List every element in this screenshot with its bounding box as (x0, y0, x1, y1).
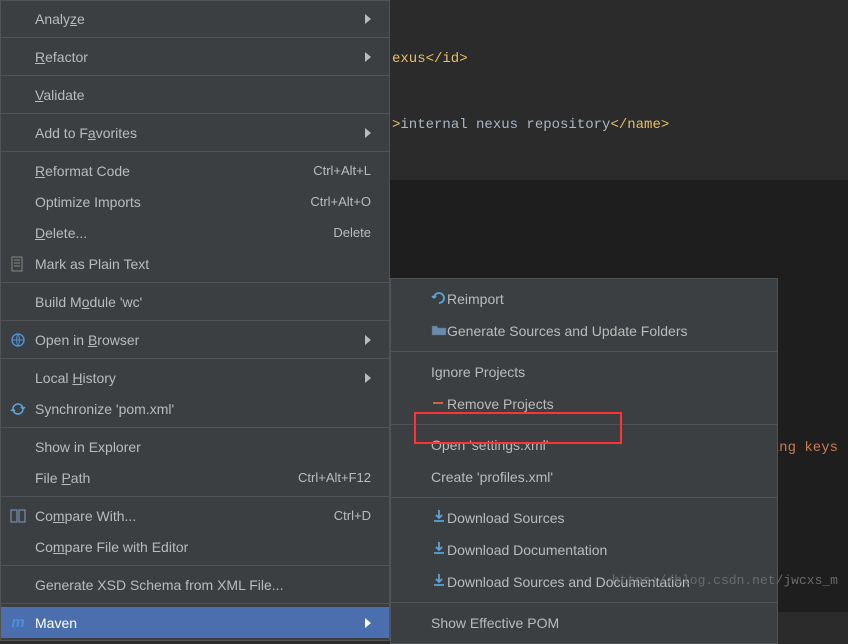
submenu-create-profiles[interactable]: Create 'profiles.xml' (391, 461, 777, 493)
submenu-reimport[interactable]: Reimport (391, 283, 777, 315)
menu-separator (1, 151, 389, 152)
submenu-arrow-icon (365, 52, 371, 62)
menu-reformat-code[interactable]: Reformat Code Ctrl+Alt+L (1, 155, 389, 186)
menu-add-favorites[interactable]: Add to Favorites (1, 117, 389, 148)
shortcut-text: Ctrl+D (334, 508, 371, 523)
menu-separator (391, 497, 777, 498)
menu-separator (1, 320, 389, 321)
watermark-text: https://blog.csdn.net/jwcxs_m (612, 573, 838, 588)
menu-analyze[interactable]: Analyze (1, 3, 389, 34)
menu-optimize-imports[interactable]: Optimize Imports Ctrl+Alt+O (1, 186, 389, 217)
submenu-label: Ignore Projects (431, 364, 759, 380)
menu-synchronize[interactable]: Synchronize 'pom.xml' (1, 393, 389, 424)
menu-label: Analyze (35, 11, 85, 27)
menu-label: Maven (35, 615, 357, 631)
submenu-arrow-icon (365, 14, 371, 24)
submenu-generate-sources[interactable]: Generate Sources and Update Folders (391, 315, 777, 347)
menu-show-explorer[interactable]: Show in Explorer (1, 431, 389, 462)
submenu-arrow-icon (365, 373, 371, 383)
submenu-label: Create 'profiles.xml' (431, 469, 759, 485)
menu-label: Reformat Code (35, 163, 313, 179)
menu-separator (1, 565, 389, 566)
shortcut-text: Ctrl+Alt+O (310, 194, 371, 209)
submenu-open-settings[interactable]: Open 'settings.xml' (391, 429, 777, 461)
menu-separator (1, 427, 389, 428)
plain-text-icon (9, 255, 27, 273)
menu-validate[interactable]: Validate (1, 79, 389, 110)
submenu-label: Download Sources (447, 510, 759, 526)
download-icon (431, 573, 447, 592)
reimport-icon (431, 290, 447, 309)
menu-generate-xsd[interactable]: Generate XSD Schema from XML File... (1, 569, 389, 600)
menu-label: Add to Favorites (35, 125, 357, 141)
editor-code: exus</id> >internal nexus repository</na… (390, 0, 848, 180)
menu-label: Compare With... (35, 508, 334, 524)
sync-icon (9, 400, 27, 418)
compare-icon (9, 507, 27, 525)
menu-separator (391, 424, 777, 425)
maven-icon: m (9, 614, 27, 632)
menu-label: Optimize Imports (35, 194, 310, 210)
menu-label: Local History (35, 370, 357, 386)
menu-label: Validate (35, 87, 371, 103)
download-icon (431, 541, 447, 560)
submenu-arrow-icon (365, 128, 371, 138)
submenu-label: Reimport (447, 291, 759, 307)
browser-icon (9, 331, 27, 349)
menu-refactor[interactable]: Refactor (1, 41, 389, 72)
submenu-label: Show Effective POM (431, 615, 759, 631)
menu-label: Generate XSD Schema from XML File... (35, 577, 371, 593)
menu-label: File Path (35, 470, 298, 486)
menu-compare-with[interactable]: Compare With... Ctrl+D (1, 500, 389, 531)
remove-icon (431, 395, 447, 414)
menu-open-browser[interactable]: Open in Browser (1, 324, 389, 355)
submenu-download-sources[interactable]: Download Sources (391, 502, 777, 534)
menu-label: Open in Browser (35, 332, 357, 348)
menu-separator (1, 358, 389, 359)
submenu-download-docs[interactable]: Download Documentation (391, 534, 777, 566)
submenu-label: Open 'settings.xml' (431, 437, 759, 453)
maven-submenu: Reimport Generate Sources and Update Fol… (390, 278, 778, 644)
menu-delete[interactable]: Delete... Delete (1, 217, 389, 248)
shortcut-text: Ctrl+Alt+F12 (298, 470, 371, 485)
menu-label: Synchronize 'pom.xml' (35, 401, 371, 417)
menu-local-history[interactable]: Local History (1, 362, 389, 393)
menu-separator (1, 603, 389, 604)
menu-compare-file-editor[interactable]: Compare File with Editor (1, 531, 389, 562)
menu-separator (1, 282, 389, 283)
submenu-arrow-icon (365, 335, 371, 345)
submenu-label: Remove Projects (447, 396, 759, 412)
download-icon (431, 509, 447, 528)
menu-separator (391, 602, 777, 603)
menu-separator (1, 113, 389, 114)
menu-separator (1, 37, 389, 38)
menu-separator (1, 496, 389, 497)
menu-label: Refactor (35, 49, 357, 65)
submenu-label: Download Documentation (447, 542, 759, 558)
shortcut-text: Ctrl+Alt+L (313, 163, 371, 178)
submenu-label: Generate Sources and Update Folders (447, 323, 759, 339)
shortcut-text: Delete (333, 225, 371, 240)
menu-build-module[interactable]: Build Module 'wc' (1, 286, 389, 317)
menu-separator (391, 351, 777, 352)
submenu-ignore-projects[interactable]: Ignore Projects (391, 356, 777, 388)
menu-file-path[interactable]: File Path Ctrl+Alt+F12 (1, 462, 389, 493)
menu-label: Show in Explorer (35, 439, 371, 455)
submenu-remove-projects[interactable]: Remove Projects (391, 388, 777, 420)
menu-label: Compare File with Editor (35, 539, 371, 555)
menu-mark-plain-text[interactable]: Mark as Plain Text (1, 248, 389, 279)
menu-separator (1, 75, 389, 76)
context-menu: Analyze Refactor Validate Add to Favorit… (0, 0, 390, 641)
ping-keys-text: ing keys (771, 440, 838, 456)
menu-label: Mark as Plain Text (35, 256, 371, 272)
folder-icon (431, 322, 447, 341)
submenu-arrow-icon (365, 618, 371, 628)
menu-label: Build Module 'wc' (35, 294, 371, 310)
menu-label: Delete... (35, 225, 333, 241)
